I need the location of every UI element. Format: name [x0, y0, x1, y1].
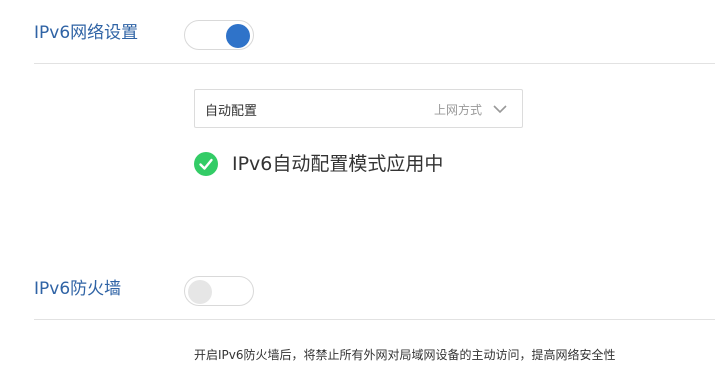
select-value: 自动配置 — [205, 104, 258, 119]
ipv6-firewall-title: IPv6防火墙 — [34, 279, 122, 299]
chevron-down-icon — [493, 105, 507, 114]
connection-mode-select[interactable]: 自动配置 上网方式 — [194, 89, 523, 128]
ipv6-settings-page: IPv6网络设置 自动配置 上网方式 IPv6自动配置模式应用中 IPv6防火墙… — [0, 0, 715, 388]
select-hint: 上网方式 — [433, 103, 482, 117]
ipv6-firewall-toggle[interactable] — [184, 276, 254, 306]
toggle-knob — [188, 280, 212, 304]
divider — [34, 63, 715, 64]
ipv6-network-toggle[interactable] — [184, 20, 254, 50]
status-text: IPv6自动配置模式应用中 — [232, 153, 444, 175]
firewall-note: 开启IPv6防火墙后，将禁止所有外网对局域网设备的主动访问，提高网络安全性 — [194, 348, 616, 362]
divider — [34, 319, 715, 320]
ipv6-network-title: IPv6网络设置 — [34, 23, 139, 43]
toggle-knob — [226, 24, 250, 48]
check-circle-icon — [194, 152, 218, 176]
